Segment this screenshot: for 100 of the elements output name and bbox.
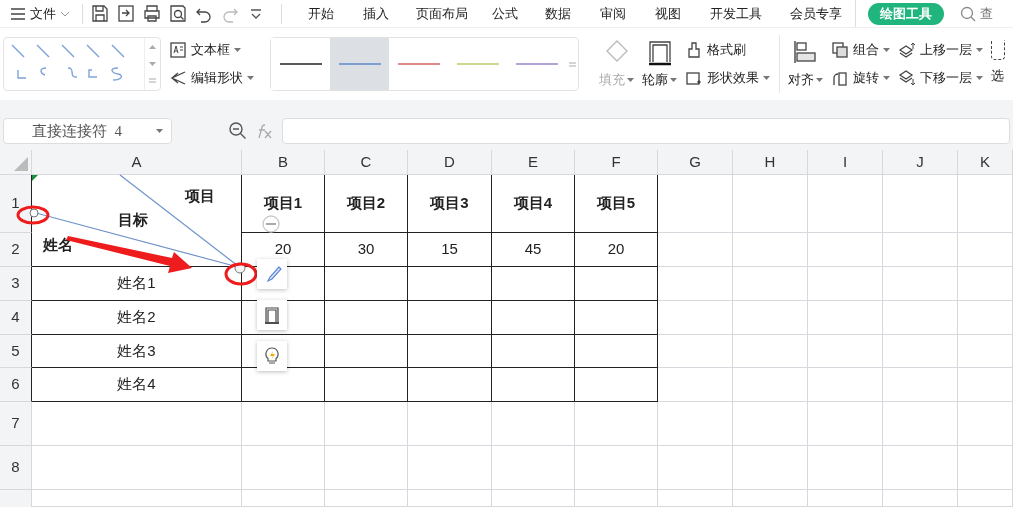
shape-gallery[interactable] [3,37,161,91]
row-header[interactable]: 1 [0,175,32,233]
empty-cell[interactable] [408,267,492,301]
empty-cell[interactable] [325,335,408,368]
selection-icon [991,40,1006,60]
empty-cell[interactable] [492,335,575,368]
ribbon-tab[interactable]: 视图 [640,0,696,27]
edit-shape-icon [169,69,187,87]
column-header[interactable]: G [658,150,733,175]
ribbon-tab[interactable]: 插入 [348,0,404,27]
column-header[interactable]: I [808,150,883,175]
name-box-value: 直接连接符 4 [32,121,122,141]
column-header[interactable]: J [883,150,958,175]
caret-icon [156,129,163,133]
row-header[interactable]: 8 [0,446,32,490]
ribbon-tab[interactable]: 审阅 [586,0,640,27]
comment-marker [32,175,38,181]
table-cell[interactable]: 姓名3 [32,335,242,368]
outline-popup-menu[interactable] [257,300,287,330]
table-cell[interactable]: 20 [575,233,658,267]
table-cell[interactable]: 项目2 [325,175,408,233]
row-header[interactable]: 6 [0,368,32,402]
group-icon [830,41,849,59]
empty-cell[interactable] [492,301,575,335]
shape-effects-icon [685,69,703,87]
empty-cell[interactable] [575,368,658,402]
header-label: 姓名 [43,235,73,255]
rotate-button[interactable]: 旋转 [830,66,890,90]
column-header[interactable]: H [733,150,808,175]
ribbon-tab[interactable]: 会员专享 [776,0,856,27]
select-button[interactable]: 选 [991,64,1005,88]
empty-cell[interactable] [492,267,575,301]
style-popup-menu[interactable] [257,259,287,289]
row-header[interactable] [0,490,32,507]
select-all-button[interactable] [0,150,32,175]
align-button[interactable]: 对齐 [787,38,823,90]
print-icon [142,3,162,24]
row-header[interactable]: 3 [0,267,32,301]
column-header[interactable]: K [958,150,1013,175]
caret-icon [815,78,823,82]
outline-button[interactable]: 轮廓 [642,38,677,90]
export-icon [116,3,136,24]
row-header[interactable]: 4 [0,301,32,335]
ribbon-tab[interactable]: 开发工具 [696,0,776,27]
table-cell[interactable]: 45 [492,233,575,267]
header-label: 目标 [118,210,148,230]
search-label[interactable]: 查 [980,3,993,24]
ribbon-tab[interactable]: 页面布局 [404,0,480,27]
file-menu[interactable]: 文件 [0,0,78,27]
empty-cell[interactable] [575,301,658,335]
empty-cell[interactable] [325,301,408,335]
table-cell[interactable]: 姓名2 [32,301,242,335]
expand-gallery-icon [149,78,156,83]
edit-shape-button[interactable]: 编辑形状 [169,66,261,90]
menu-icon [10,7,26,20]
table-cell[interactable]: 项目5 [575,175,658,233]
name-box[interactable]: 直接连接符 4 [3,118,172,144]
send-backward-button[interactable]: 下移一层 [897,66,984,90]
empty-cell[interactable] [492,368,575,402]
rotate-icon [830,69,849,87]
shape-effects-button[interactable]: 形状效果 [685,66,771,90]
row-header[interactable]: 5 [0,335,32,368]
empty-cell[interactable] [325,267,408,301]
ribbon-tab[interactable]: 开始 [294,0,348,27]
formula-input[interactable] [282,118,1010,144]
chevron-icon [60,10,70,17]
ribbon-tab[interactable]: 公式 [480,0,530,27]
group-button[interactable]: 组合 [830,38,890,62]
ribbon-tab[interactable]: 数据 [530,0,586,27]
column-header[interactable]: A [32,150,242,175]
table-cell[interactable]: 姓名4 [32,368,242,402]
empty-cell[interactable] [575,267,658,301]
caret-icon [763,76,770,80]
empty-cell[interactable] [325,368,408,402]
effects-popup-menu[interactable] [257,341,287,371]
table-cell[interactable]: 15 [408,233,492,267]
column-header[interactable]: C [325,150,408,175]
column-header[interactable]: E [492,150,575,175]
highlight-ellipse [224,262,258,286]
format-painter-button[interactable]: 格式刷 [685,38,771,62]
column-header[interactable]: B [242,150,325,175]
empty-cell[interactable] [408,301,492,335]
empty-cell[interactable] [408,335,492,368]
caret-icon [627,78,634,82]
table-cell[interactable]: 30 [325,233,408,267]
column-header[interactable]: D [408,150,492,175]
table-cell[interactable]: 项目3 [408,175,492,233]
caret-icon [882,76,890,80]
empty-cell[interactable] [408,368,492,402]
bring-forward-button[interactable]: 上移一层 [897,38,984,62]
expand-gallery-icon [568,61,576,67]
light-bulb-icon [262,346,282,366]
table-cell[interactable]: 项目4 [492,175,575,233]
row-header[interactable]: 2 [0,233,32,267]
row-header[interactable]: 7 [0,402,32,446]
print-preview-icon [168,3,188,24]
text-box-button[interactable]: 文本框 [169,38,261,62]
empty-cell[interactable] [575,335,658,368]
brush-icon [685,41,703,59]
column-header[interactable]: F [575,150,658,175]
